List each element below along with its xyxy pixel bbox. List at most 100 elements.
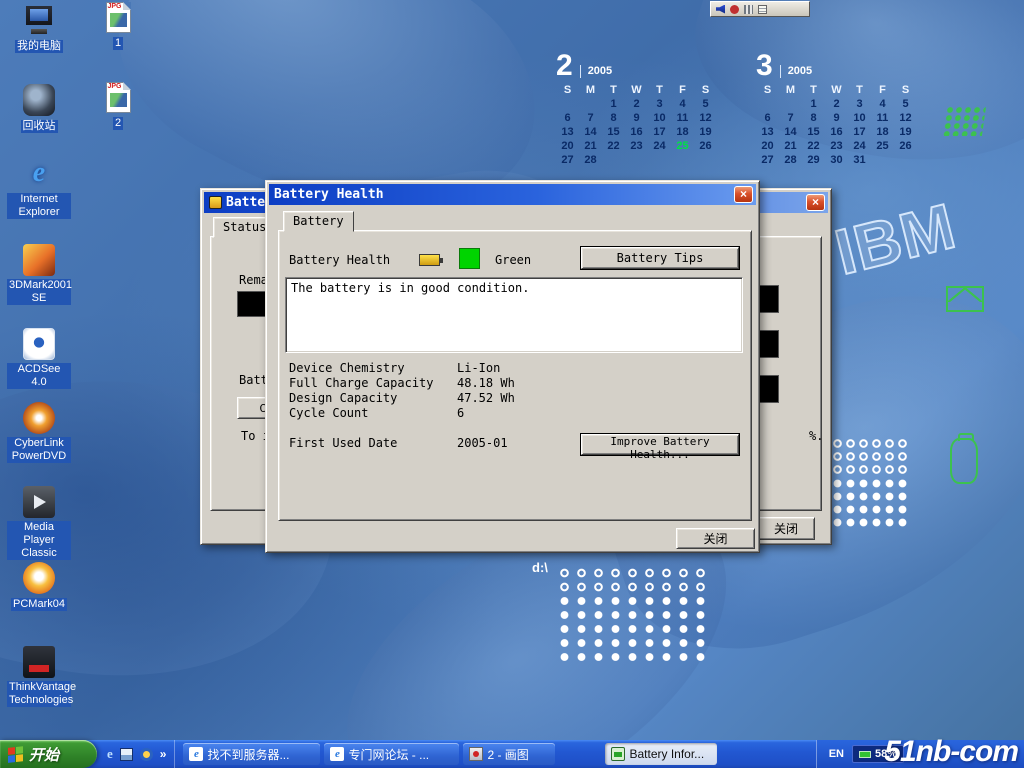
calendar-cell: 3: [648, 97, 671, 111]
quick-launch-bar: e »: [97, 740, 175, 768]
calendar-cell: S: [694, 83, 717, 97]
battery-icon: [859, 751, 871, 758]
3dmark-icon: [23, 244, 55, 276]
desktop-icon-label: Media Player Classic: [7, 521, 71, 560]
battery-outline-icon: [950, 438, 978, 484]
watermark: 51nb-com: [884, 735, 1018, 768]
dialog-titlebar[interactable]: Battery Health ×: [269, 184, 756, 205]
calendar-year: 2005: [780, 65, 812, 78]
powerdvd-icon: [23, 402, 55, 434]
desktop-icon-powerdvd[interactable]: CyberLink PowerDVD: [6, 402, 72, 464]
calendar-cell: 13: [556, 125, 579, 139]
desktop-icon-label: Internet Explorer: [7, 193, 71, 219]
osd-mini-toolbar: [710, 1, 810, 17]
calendar-cell: 25: [671, 139, 694, 153]
volume-icon[interactable]: [716, 5, 725, 14]
desktop-icon-internet-explorer[interactable]: e Internet Explorer: [6, 158, 72, 220]
start-button[interactable]: 开始: [0, 740, 97, 768]
calendar-cell: 18: [871, 125, 894, 139]
calendar-cell: [625, 153, 648, 167]
desktop-icon-label: 回收站: [21, 120, 58, 133]
calendar-cell: [579, 97, 602, 111]
dot-grid: [556, 566, 710, 594]
calendar-cell: T: [648, 83, 671, 97]
field-value: 6: [457, 406, 464, 420]
desktop-icon-pcmark04[interactable]: PCMark04: [6, 562, 72, 612]
battery-health-dialog: Battery Health × Battery Battery Health …: [265, 180, 760, 553]
calendar-cell: 17: [848, 125, 871, 139]
desktop-file-jpg-2[interactable]: JPG 2: [94, 82, 142, 131]
calendar-cell: [694, 153, 717, 167]
calendar-cell: 30: [825, 153, 848, 167]
desktop-icon-thinkvantage[interactable]: ThinkVantage Technologies: [6, 646, 72, 708]
close-icon[interactable]: ×: [806, 194, 825, 211]
window-title: Batte: [226, 195, 265, 210]
close-button[interactable]: 关闭: [757, 517, 815, 540]
calendar-cell: 16: [825, 125, 848, 139]
image-thumbnail: [110, 13, 127, 27]
taskbar-button-battery-information[interactable]: Battery Infor...: [605, 743, 717, 765]
battery-tips-button[interactable]: Battery Tips: [581, 247, 739, 269]
calendar-cell: 10: [848, 111, 871, 125]
calendar-cell: 26: [894, 139, 917, 153]
desktop-icon-acdsee[interactable]: ACDSee 4.0: [6, 328, 72, 390]
desktop: IBM d:\ 2 2005 SMTWTFS123456789101112131…: [0, 0, 1024, 768]
calendar-cell: 1: [602, 97, 625, 111]
calendar-cell: 1: [802, 97, 825, 111]
keyboard-light-icon[interactable]: [744, 5, 753, 14]
quick-launch-ie-icon[interactable]: e: [107, 746, 113, 762]
first-used-value: 2005-01: [457, 436, 508, 450]
calendar-cell: 12: [894, 111, 917, 125]
calendar-cell: 11: [671, 111, 694, 125]
field-value: 48.18 Wh: [457, 376, 515, 390]
taskbar-button-forum[interactable]: e 专门网论坛 - ...: [324, 743, 459, 765]
notes-icon[interactable]: [758, 5, 767, 14]
desktop-file-jpg-1[interactable]: JPG 1: [94, 2, 142, 51]
close-button[interactable]: 关闭: [676, 528, 755, 549]
improve-battery-health-button[interactable]: Improve Battery Health...: [581, 434, 739, 455]
calendar-cell: 21: [579, 139, 602, 153]
calendar-cell: [871, 153, 894, 167]
envelope-icon: [946, 286, 984, 312]
first-used-label: First Used Date: [289, 436, 397, 450]
quick-launch-expand-chevron[interactable]: »: [160, 747, 167, 761]
task-label: Battery Infor...: [629, 747, 704, 761]
show-desktop-icon[interactable]: [120, 748, 133, 761]
calendar-cell: 28: [579, 153, 602, 167]
battery-gauge: [757, 285, 779, 313]
calendar-cell: 15: [802, 125, 825, 139]
calendar-cell: 16: [625, 125, 648, 139]
display-icon[interactable]: [730, 5, 739, 14]
calendar-cell: [556, 97, 579, 111]
language-indicator[interactable]: EN: [829, 748, 844, 760]
file-label: 1: [113, 37, 123, 50]
desktop-icon-3dmark2001[interactable]: 3DMark2001 SE: [6, 244, 72, 306]
calendar-cell: 12: [694, 111, 717, 125]
image-thumbnail: [110, 93, 127, 107]
media-player-icon[interactable]: [140, 748, 153, 761]
close-icon[interactable]: ×: [734, 186, 753, 203]
paint-icon: [469, 747, 483, 761]
windows-logo-icon: [8, 746, 24, 763]
condition-textbox[interactable]: The battery is in good condition.: [285, 277, 743, 353]
desktop-icon-my-computer[interactable]: 我的电脑: [6, 4, 72, 54]
calendar-cell: 19: [694, 125, 717, 139]
health-status-color-swatch: [459, 248, 480, 269]
tab-battery[interactable]: Battery: [283, 211, 354, 232]
calendar-cell: W: [625, 83, 648, 97]
calendar-cell: 26: [694, 139, 717, 153]
desktop-icon-media-player-classic[interactable]: Media Player Classic: [6, 486, 72, 561]
taskbar-button-paint[interactable]: 2 - 画图: [463, 743, 555, 765]
calendar-march: 3 2005 SMTWTFS12345678910111213141516171…: [756, 52, 917, 167]
battery-icon: [611, 747, 625, 761]
pcmark-icon: [23, 562, 55, 594]
calendar-cell: 11: [871, 111, 894, 125]
calendar-grid: SMTWTFS123456789101112131415161718192021…: [756, 83, 917, 167]
calendar-cell: 24: [848, 139, 871, 153]
calendar-year: 2005: [580, 65, 612, 78]
taskbar-button-server-not-found[interactable]: e 找不到服务器...: [183, 743, 320, 765]
calendar-cell: 27: [556, 153, 579, 167]
battery-tab-panel: Battery Health Green Battery Tips The ba…: [278, 230, 752, 521]
calendar-cell: T: [802, 83, 825, 97]
desktop-icon-recycle-bin[interactable]: 回收站: [6, 84, 72, 134]
